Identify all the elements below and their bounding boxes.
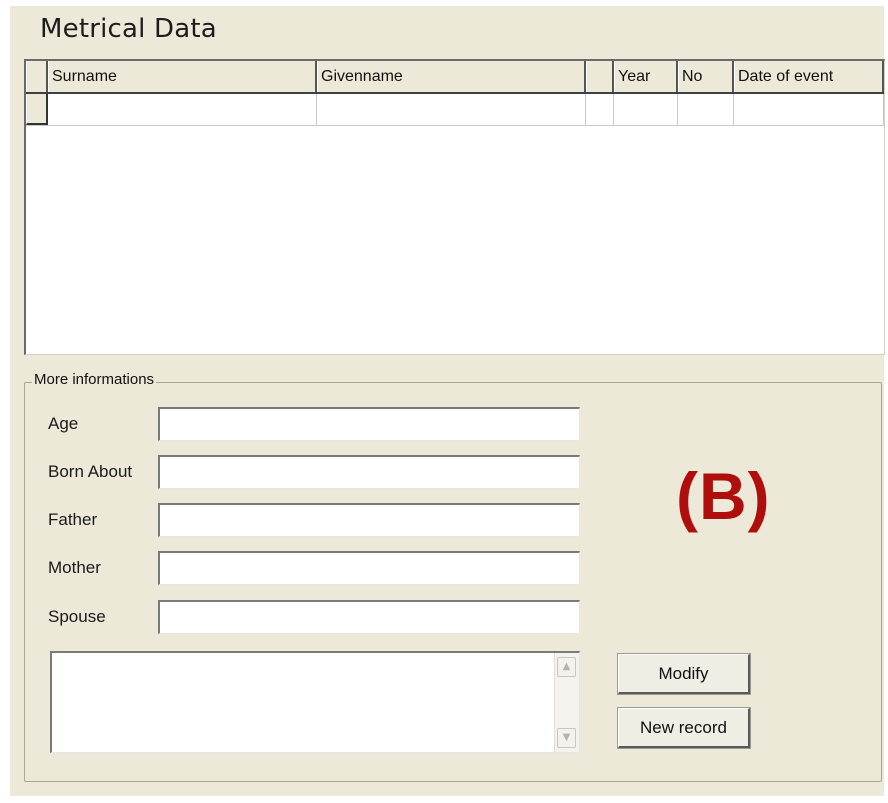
header-no[interactable]: No: [678, 61, 734, 92]
father-field[interactable]: [158, 503, 580, 537]
header-year[interactable]: Year: [614, 61, 678, 92]
row-indicator[interactable]: [26, 94, 48, 125]
age-field[interactable]: [158, 407, 580, 441]
cell-givenname[interactable]: [317, 94, 586, 125]
header-givenname[interactable]: Givenname: [317, 61, 586, 92]
header-date-of-event[interactable]: Date of event: [734, 61, 884, 92]
spouse-field[interactable]: [158, 600, 580, 634]
page-title: Metrical Data: [40, 14, 217, 44]
spouse-label: Spouse: [48, 607, 106, 626]
mother-label: Mother: [48, 558, 101, 577]
header-blank[interactable]: [586, 61, 614, 92]
chevron-down-icon[interactable]: ▼: [557, 728, 576, 748]
father-label: Father: [48, 510, 98, 529]
notes-scrollbar[interactable]: ▲ ▼: [554, 653, 579, 752]
cell-year[interactable]: [614, 94, 678, 125]
section-marker: (B): [676, 459, 771, 533]
age-label: Age: [48, 414, 79, 433]
header-indicator: [26, 61, 48, 92]
notes-textarea[interactable]: ▲ ▼: [50, 651, 580, 753]
born-about-label: Born About: [48, 462, 133, 481]
modify-button[interactable]: Modify: [617, 653, 751, 695]
grid-header: Surname Givenname Year No Date of event: [26, 61, 884, 94]
born-about-field[interactable]: [158, 455, 580, 489]
table-row[interactable]: [26, 94, 884, 126]
metrical-data-panel: Metrical Data Surname Givenname Year No …: [10, 6, 885, 796]
cell-surname[interactable]: [48, 94, 317, 125]
header-surname[interactable]: Surname: [48, 61, 317, 92]
cell-blank[interactable]: [586, 94, 614, 125]
cell-no[interactable]: [678, 94, 734, 125]
new-record-button[interactable]: New record: [617, 707, 751, 749]
more-informations-legend: More informations: [32, 371, 157, 388]
mother-field[interactable]: [158, 551, 580, 585]
chevron-up-icon[interactable]: ▲: [557, 657, 576, 677]
cell-date-of-event[interactable]: [734, 94, 884, 125]
metrical-data-grid[interactable]: Surname Givenname Year No Date of event: [24, 59, 885, 355]
